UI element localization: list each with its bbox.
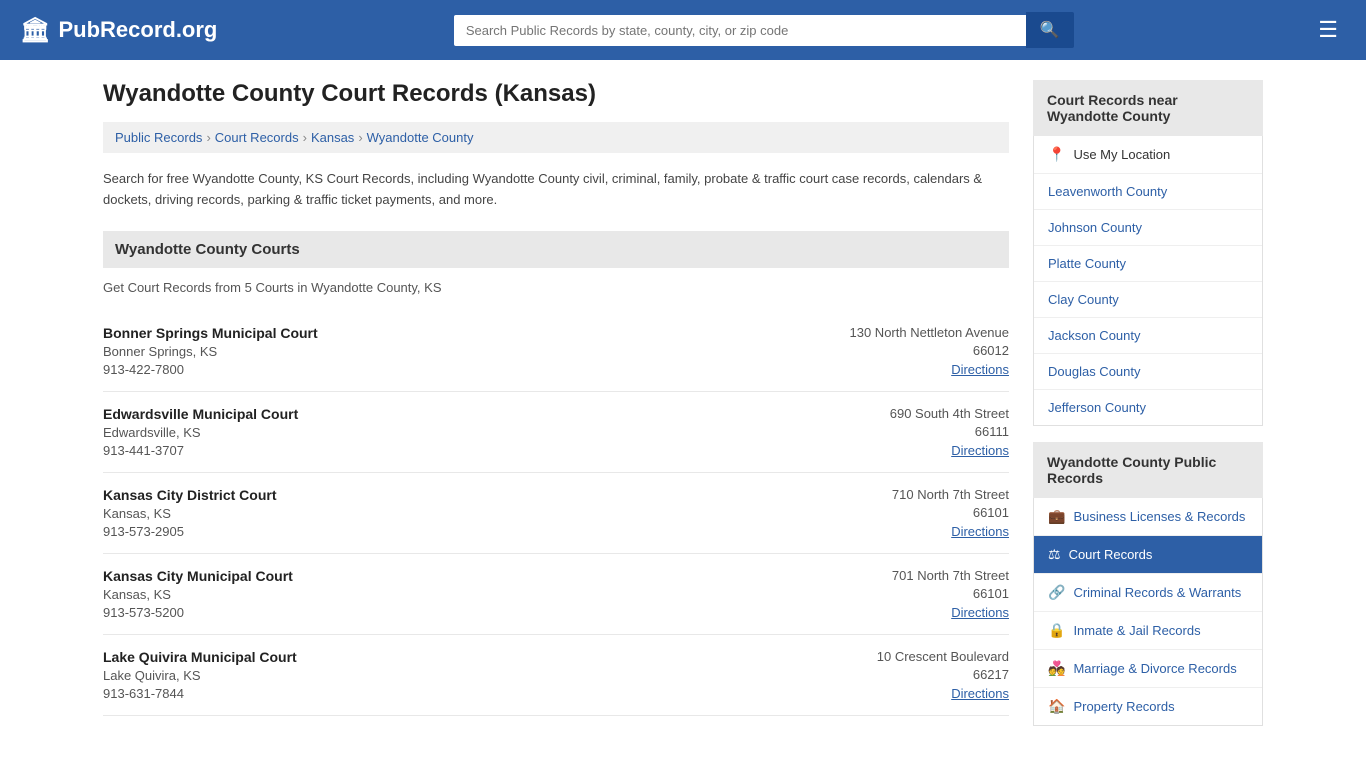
court-directions-link[interactable]: Directions	[951, 686, 1009, 701]
court-address: 710 North 7th Street 66101 Directions	[892, 487, 1009, 539]
breadcrumb-court-records[interactable]: Court Records	[215, 130, 299, 145]
court-city: Bonner Springs, KS	[103, 344, 318, 359]
court-address: 690 South 4th Street 66111 Directions	[890, 406, 1009, 458]
court-directions-link[interactable]: Directions	[951, 605, 1009, 620]
sidebar-icon: 🏠	[1048, 698, 1065, 715]
sidebar-public-records-links: 💼Business Licenses & Records⚖Court Recor…	[1033, 498, 1263, 726]
sidebar-nearby-header: Court Records near Wyandotte County	[1033, 80, 1263, 136]
court-street: 710 North 7th Street	[892, 487, 1009, 502]
court-entry: Kansas City Municipal Court Kansas, KS 9…	[103, 554, 1009, 635]
hamburger-icon: ☰	[1318, 17, 1338, 42]
sidebar-pr-3[interactable]: 🔒Inmate & Jail Records	[1034, 612, 1262, 650]
court-city: Lake Quivira, KS	[103, 668, 297, 683]
court-zip: 66101	[892, 586, 1009, 601]
search-button[interactable]: 🔍	[1026, 12, 1074, 48]
page-description: Search for free Wyandotte County, KS Cou…	[103, 169, 1009, 211]
logo-text: PubRecord.org	[58, 17, 217, 43]
court-info: Kansas City District Court Kansas, KS 91…	[103, 487, 276, 539]
sidebar-icon: 🔒	[1048, 622, 1065, 639]
courts-count: Get Court Records from 5 Courts in Wyand…	[103, 280, 1009, 295]
court-city: Kansas, KS	[103, 587, 293, 602]
sidebar-icon: 🔗	[1048, 584, 1065, 601]
sidebar-nearby-6[interactable]: Douglas County	[1034, 354, 1262, 390]
sidebar-icon: ⚖	[1048, 546, 1061, 563]
court-info: Lake Quivira Municipal Court Lake Quivir…	[103, 649, 297, 701]
court-street: 10 Crescent Boulevard	[877, 649, 1009, 664]
sidebar-pr-1[interactable]: ⚖Court Records	[1034, 536, 1262, 574]
logo-icon: 🏛	[20, 16, 50, 45]
breadcrumb-kansas[interactable]: Kansas	[311, 130, 354, 145]
court-phone: 913-422-7800	[103, 362, 318, 377]
sidebar-pr-4[interactable]: 💑Marriage & Divorce Records	[1034, 650, 1262, 688]
sidebar-nearby-4[interactable]: Clay County	[1034, 282, 1262, 318]
court-directions-link[interactable]: Directions	[951, 524, 1009, 539]
court-street: 690 South 4th Street	[890, 406, 1009, 421]
court-street: 130 North Nettleton Avenue	[850, 325, 1010, 340]
court-zip: 66012	[850, 343, 1010, 358]
court-address: 10 Crescent Boulevard 66217 Directions	[877, 649, 1009, 701]
breadcrumb: Public Records › Court Records › Kansas …	[103, 122, 1009, 153]
sidebar-pr-5[interactable]: 🏠Property Records	[1034, 688, 1262, 725]
court-name: Kansas City Municipal Court	[103, 568, 293, 584]
content-area: Wyandotte County Court Records (Kansas) …	[103, 80, 1009, 726]
court-name: Kansas City District Court	[103, 487, 276, 503]
court-city: Kansas, KS	[103, 506, 276, 521]
court-name: Edwardsville Municipal Court	[103, 406, 298, 422]
breadcrumb-sep-1: ›	[206, 130, 210, 145]
breadcrumb-sep-2: ›	[303, 130, 307, 145]
court-entry: Bonner Springs Municipal Court Bonner Sp…	[103, 311, 1009, 392]
courts-list: Bonner Springs Municipal Court Bonner Sp…	[103, 311, 1009, 716]
court-phone: 913-573-5200	[103, 605, 293, 620]
court-address: 130 North Nettleton Avenue 66012 Directi…	[850, 325, 1010, 377]
sidebar-public-records-header: Wyandotte County Public Records	[1033, 442, 1263, 498]
court-directions-link[interactable]: Directions	[951, 362, 1009, 377]
court-phone: 913-631-7844	[103, 686, 297, 701]
search-input[interactable]	[454, 15, 1026, 46]
breadcrumb-public-records[interactable]: Public Records	[115, 130, 202, 145]
search-icon: 🔍	[1040, 22, 1060, 39]
court-name: Lake Quivira Municipal Court	[103, 649, 297, 665]
court-city: Edwardsville, KS	[103, 425, 298, 440]
court-phone: 913-573-2905	[103, 524, 276, 539]
court-zip: 66101	[892, 505, 1009, 520]
court-info: Bonner Springs Municipal Court Bonner Sp…	[103, 325, 318, 377]
sidebar-nearby-3[interactable]: Platte County	[1034, 246, 1262, 282]
court-info: Edwardsville Municipal Court Edwardsvill…	[103, 406, 298, 458]
search-bar: 🔍	[454, 12, 1074, 48]
court-zip: 66217	[877, 667, 1009, 682]
site-header: 🏛 PubRecord.org 🔍 ☰	[0, 0, 1366, 60]
sidebar: Court Records near Wyandotte County 📍 Us…	[1033, 80, 1263, 726]
sidebar-icon: 📍	[1048, 146, 1065, 163]
menu-button[interactable]: ☰	[1310, 13, 1346, 47]
sidebar-nearby-2[interactable]: Johnson County	[1034, 210, 1262, 246]
court-phone: 913-441-3707	[103, 443, 298, 458]
sidebar-nearby-0[interactable]: 📍 Use My Location	[1034, 136, 1262, 174]
court-entry: Kansas City District Court Kansas, KS 91…	[103, 473, 1009, 554]
court-entry: Edwardsville Municipal Court Edwardsvill…	[103, 392, 1009, 473]
main-container: Wyandotte County Court Records (Kansas) …	[83, 60, 1283, 746]
court-address: 701 North 7th Street 66101 Directions	[892, 568, 1009, 620]
court-directions-link[interactable]: Directions	[951, 443, 1009, 458]
page-title: Wyandotte County Court Records (Kansas)	[103, 80, 1009, 108]
sidebar-icon: 💼	[1048, 508, 1065, 525]
court-zip: 66111	[890, 424, 1009, 439]
breadcrumb-sep-3: ›	[358, 130, 362, 145]
sidebar-pr-2[interactable]: 🔗Criminal Records & Warrants	[1034, 574, 1262, 612]
breadcrumb-wyandotte[interactable]: Wyandotte County	[367, 130, 474, 145]
courts-section-header: Wyandotte County Courts	[103, 231, 1009, 268]
sidebar-icon: 💑	[1048, 660, 1065, 677]
sidebar-nearby-1[interactable]: Leavenworth County	[1034, 174, 1262, 210]
sidebar-nearby-links: 📍 Use My LocationLeavenworth CountyJohns…	[1033, 136, 1263, 426]
sidebar-nearby-7[interactable]: Jefferson County	[1034, 390, 1262, 425]
court-entry: Lake Quivira Municipal Court Lake Quivir…	[103, 635, 1009, 716]
sidebar-pr-0[interactable]: 💼Business Licenses & Records	[1034, 498, 1262, 536]
sidebar-nearby-5[interactable]: Jackson County	[1034, 318, 1262, 354]
court-name: Bonner Springs Municipal Court	[103, 325, 318, 341]
site-logo[interactable]: 🏛 PubRecord.org	[20, 16, 217, 45]
court-street: 701 North 7th Street	[892, 568, 1009, 583]
court-info: Kansas City Municipal Court Kansas, KS 9…	[103, 568, 293, 620]
